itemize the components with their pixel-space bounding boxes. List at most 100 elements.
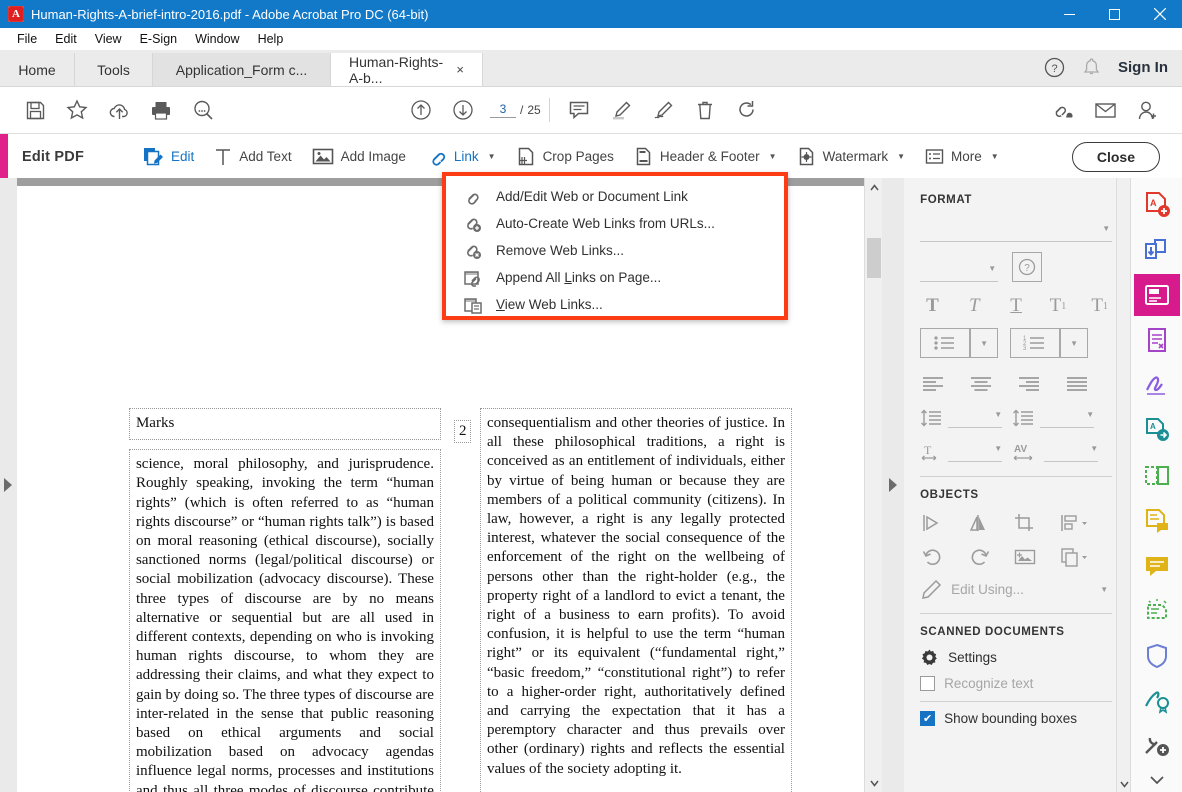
more-button[interactable]: More ▼ [915,134,1009,180]
bulleted-list-icon[interactable] [920,328,970,358]
pencil-icon[interactable] [920,579,942,599]
star-icon[interactable] [56,93,98,127]
page-number-input[interactable]: 3 [490,102,516,118]
crop-icon[interactable] [1012,511,1038,535]
subscript-icon[interactable]: T1 [1087,294,1112,318]
character-spacing-value[interactable]: ▼ [1044,440,1098,462]
tab-application-form[interactable]: Application_Form c... [153,53,331,86]
line-spacing-value[interactable]: ▼ [948,406,1002,428]
align-left-icon[interactable] [920,372,946,396]
watermark-button[interactable]: Watermark ▼ [787,134,915,180]
left-panel-toggle[interactable] [0,178,17,792]
add-person-icon[interactable] [1126,93,1168,127]
tab-human-rights[interactable]: Human-Rights-A-b... × [331,53,483,86]
chevron-down-icon[interactable]: ▼ [897,152,905,161]
scroll-up-icon[interactable] [865,178,883,196]
paragraph-spacing-icon[interactable] [1012,408,1034,428]
align-objects-icon[interactable] [1058,511,1092,535]
text-box-paragraph-1[interactable]: science, moral philosophy, and jurisprud… [129,449,441,792]
show-bounding-boxes-row[interactable]: ✔ Show bounding boxes [920,711,1112,726]
align-center-icon[interactable] [968,372,994,396]
chevron-down-icon[interactable]: ▼ [1100,585,1108,594]
document-scrollbar[interactable] [864,178,882,792]
flip-horizontal-icon[interactable] [920,511,946,535]
save-icon[interactable] [14,93,56,127]
menu-item-view-links[interactable]: View Web Links... [446,291,784,318]
chevron-down-icon[interactable]: ▼ [488,152,496,161]
underline-icon[interactable]: T [1004,294,1029,318]
rotate-clockwise-icon[interactable] [966,545,992,569]
edit-using-label[interactable]: Edit Using... [951,582,1024,597]
comment-icon[interactable] [558,93,600,127]
line-spacing-icon[interactable] [920,408,942,428]
enhance-scans-icon[interactable] [1134,500,1180,542]
menu-item-add-edit-link[interactable]: Add/Edit Web or Document Link [446,183,784,210]
close-editor-button[interactable]: Close [1072,142,1160,172]
send-for-signature-icon[interactable]: A [1134,409,1180,451]
recognize-text-row[interactable]: Recognize text [920,676,1112,691]
character-spacing-icon[interactable]: AV [1012,442,1038,462]
panel-scroll-down-icon[interactable] [1120,781,1129,788]
notification-bell-icon[interactable] [1082,57,1101,78]
close-button[interactable] [1137,0,1182,28]
expand-left-panel-icon[interactable] [4,478,12,492]
align-right-icon[interactable] [1016,372,1042,396]
export-pdf-icon[interactable] [1134,229,1180,271]
italic-icon[interactable]: T [962,294,987,318]
edit-button[interactable]: Edit [132,134,204,180]
share-link-icon[interactable] [1042,93,1084,127]
add-image-button[interactable]: Add Image [302,134,416,180]
numbered-list-options-icon[interactable]: ▼ [1060,328,1088,358]
align-justify-icon[interactable] [1064,372,1090,396]
right-panel-toggle[interactable] [882,178,904,792]
horizontal-scale-value[interactable]: ▼ [948,440,1002,462]
bold-icon[interactable]: T [920,294,945,318]
expand-right-panel-icon[interactable] [889,478,897,492]
delete-icon[interactable] [684,93,726,127]
zoom-search-icon[interactable] [182,93,224,127]
fill-sign-icon[interactable] [1134,364,1180,406]
chevron-down-icon[interactable]: ▼ [991,152,999,161]
previous-page-icon[interactable] [400,93,442,127]
font-size-select[interactable]: ▼ [920,256,998,282]
add-text-button[interactable]: Add Text [204,134,301,180]
comment-tool-icon[interactable] [1134,545,1180,587]
menu-edit[interactable]: Edit [46,30,86,48]
menu-window[interactable]: Window [186,30,248,48]
menu-file[interactable]: File [8,30,46,48]
tab-close-icon[interactable]: × [456,62,464,77]
replace-image-icon[interactable] [1012,545,1038,569]
upload-cloud-icon[interactable] [98,93,140,127]
certificates-icon[interactable] [1134,680,1180,722]
bulleted-list-options-icon[interactable]: ▼ [970,328,998,358]
next-page-icon[interactable] [442,93,484,127]
protect-icon[interactable] [1134,635,1180,677]
menu-item-remove-links[interactable]: Remove Web Links... [446,237,784,264]
more-tools-icon[interactable] [1134,725,1180,767]
arrange-icon[interactable] [1058,545,1092,569]
tab-home[interactable]: Home [0,53,75,86]
recognize-text-checkbox[interactable] [920,676,935,691]
send-track-icon[interactable] [1134,590,1180,632]
scrollbar-thumb[interactable] [867,238,881,278]
email-icon[interactable] [1084,93,1126,127]
paragraph-spacing-value[interactable]: ▼ [1040,406,1094,428]
sign-icon[interactable] [642,93,684,127]
organize-pages-icon[interactable] [1134,454,1180,496]
flip-vertical-icon[interactable] [966,511,992,535]
sign-in-button[interactable]: Sign In [1118,59,1168,76]
create-pdf-icon[interactable]: A [1134,184,1180,226]
menu-item-append-links[interactable]: Append All Links on Page... [446,264,784,291]
menu-item-auto-create-links[interactable]: Auto-Create Web Links from URLs... [446,210,784,237]
maximize-button[interactable] [1092,0,1137,28]
chevron-down-icon[interactable] [1134,770,1180,792]
rotate-counterclockwise-icon[interactable] [920,545,946,569]
form-icon[interactable] [1134,319,1180,361]
tab-tools[interactable]: Tools [75,53,153,86]
edit-pdf-tool-icon[interactable] [1134,274,1180,316]
scroll-down-icon[interactable] [865,774,883,792]
numbered-list-icon[interactable]: 123 [1010,328,1060,358]
rotate-icon[interactable] [726,93,768,127]
menu-view[interactable]: View [86,30,131,48]
print-icon[interactable] [140,93,182,127]
